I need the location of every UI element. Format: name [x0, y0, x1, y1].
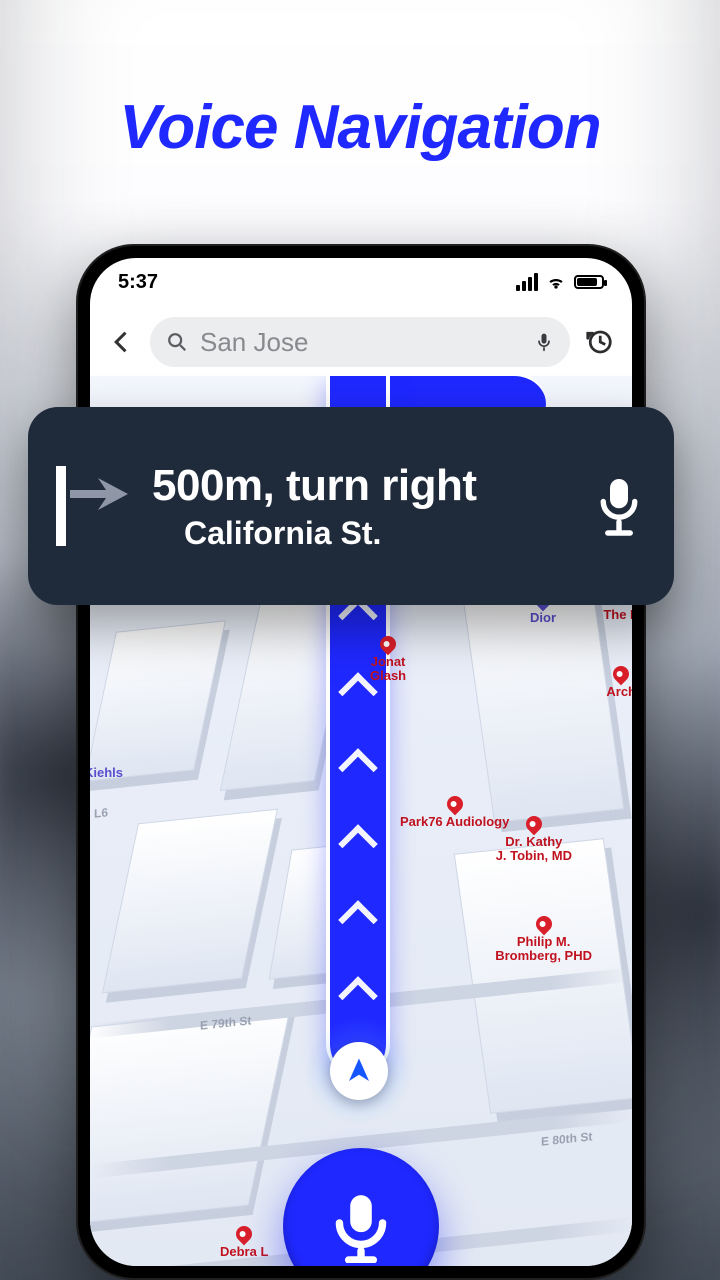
street-label: E 80th St — [541, 1129, 592, 1148]
poi-marker[interactable]: Kiehls — [90, 766, 123, 780]
mic-icon[interactable] — [534, 330, 554, 354]
mic-icon — [324, 1189, 398, 1263]
poi-marker[interactable]: The F — [603, 608, 632, 622]
search-icon — [166, 331, 188, 353]
page-title: Voice Navigation — [0, 92, 720, 163]
poi-marker[interactable]: Jonat Glash — [370, 636, 406, 684]
status-time: 5:37 — [118, 271, 158, 294]
search-text: San Jose — [200, 327, 522, 358]
wifi-icon — [546, 272, 566, 292]
phone-frame: 5:37 San Jose — [76, 244, 646, 1280]
poi-marker[interactable]: Debra L — [220, 1226, 268, 1259]
poi-marker[interactable]: Philip M. Bromberg, PHD — [495, 916, 592, 964]
status-bar: 5:37 — [90, 258, 632, 306]
instruction-sub: California St. — [184, 515, 572, 552]
instruction-main: 500m, turn right — [152, 461, 572, 511]
turn-right-icon — [50, 458, 132, 554]
battery-icon — [574, 275, 604, 289]
poi-marker[interactable]: Arch — [606, 666, 632, 699]
cellular-icon — [516, 273, 538, 291]
poi-marker[interactable]: Park76 Audiology — [400, 796, 509, 829]
voice-button[interactable] — [283, 1148, 439, 1266]
route-chevrons — [338, 526, 378, 1086]
current-location-icon[interactable] — [330, 1042, 388, 1100]
poi-marker[interactable]: Dr. Kathy J. Tobin, MD — [496, 816, 572, 864]
instruction-banner: 500m, turn right California St. — [28, 407, 674, 605]
mic-icon — [592, 474, 646, 538]
history-icon[interactable] — [584, 327, 614, 357]
back-icon[interactable] — [108, 328, 136, 356]
search-input[interactable]: San Jose — [150, 317, 570, 367]
search-row: San Jose — [90, 312, 632, 372]
street-label: L6 — [94, 805, 108, 820]
